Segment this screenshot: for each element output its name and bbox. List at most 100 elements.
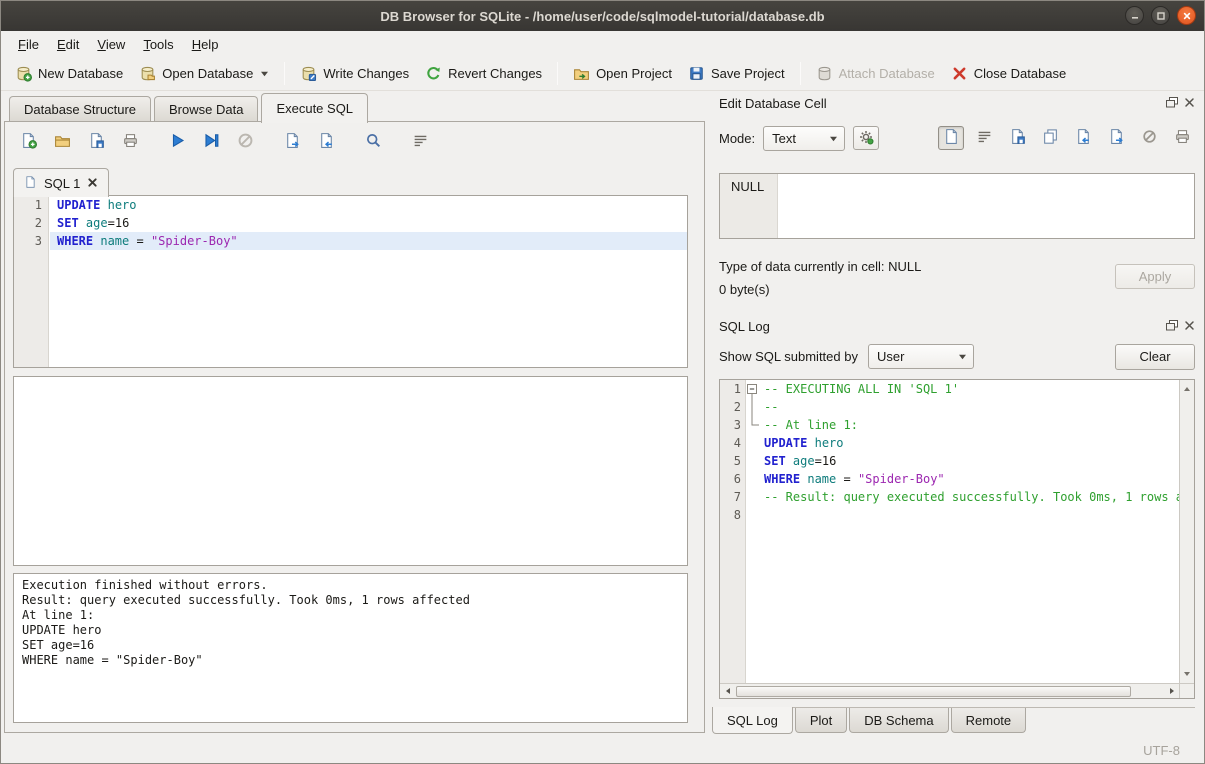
write-changes-button[interactable]: Write Changes	[292, 61, 417, 86]
cell-editor[interactable]: NULL	[719, 173, 1195, 239]
float-panel-icon[interactable]	[1166, 319, 1178, 334]
maximize-button[interactable]	[1151, 6, 1170, 25]
line-number: 2	[14, 214, 49, 232]
log-filter-label: Show SQL submitted by	[719, 349, 858, 364]
scrollbar-thumb[interactable]	[736, 686, 1131, 697]
cell-info-row: Type of data currently in cell: NULL 0 b…	[719, 259, 1195, 297]
close-panel-icon[interactable]	[1184, 96, 1195, 111]
tab-database-structure[interactable]: Database Structure	[9, 96, 151, 121]
tab-execute-sql[interactable]: Execute SQL	[261, 93, 368, 123]
export-results-button[interactable]	[313, 129, 340, 155]
log-line: 1-- EXECUTING ALL IN 'SQL 1'	[720, 380, 1179, 398]
save-project-label: Save Project	[711, 66, 785, 81]
apply-format-button[interactable]	[853, 126, 879, 150]
copy-cell-button[interactable]	[1037, 126, 1063, 150]
menu-file[interactable]: File	[9, 34, 48, 55]
code-text: SET age=16	[49, 214, 687, 232]
revert-changes-button[interactable]: Revert Changes	[417, 61, 550, 86]
tab-browse-data[interactable]: Browse Data	[154, 96, 258, 121]
minimize-button[interactable]	[1125, 6, 1144, 25]
code-token: age	[793, 454, 815, 468]
sql-editor[interactable]: 1UPDATE hero2SET age=163WHERE name = "Sp…	[13, 195, 688, 368]
tab-sql-1[interactable]: SQL 1	[13, 168, 109, 197]
open-sql-new-tab-button[interactable]	[15, 129, 42, 155]
tab-db-schema[interactable]: DB Schema	[849, 708, 948, 733]
window-title: DB Browser for SQLite - /home/user/code/…	[1, 9, 1204, 24]
save-sql-file-button[interactable]	[83, 129, 110, 155]
dropdown-arrow-icon[interactable]	[260, 69, 269, 78]
sql-log-view[interactable]: 1-- EXECUTING ALL IN 'SQL 1'2--3-- At li…	[719, 379, 1195, 699]
save-as-button[interactable]	[1004, 126, 1030, 150]
set-null-icon	[1141, 128, 1158, 148]
code-token: "Spider-Boy"	[858, 472, 945, 486]
execute-all-button[interactable]	[164, 129, 191, 155]
sql-log-text: 1-- EXECUTING ALL IN 'SQL 1'2--3-- At li…	[720, 380, 1179, 683]
close-button[interactable]	[1177, 6, 1196, 25]
close-database-button[interactable]: Close Database	[943, 61, 1075, 86]
menu-edit[interactable]: Edit	[48, 34, 88, 55]
execute-current-line-button[interactable]	[198, 129, 225, 155]
code-token: =	[108, 216, 115, 230]
log-line: 2--	[720, 398, 1179, 416]
chevron-down-icon	[950, 352, 967, 361]
line-number: 8	[720, 506, 746, 524]
revert-changes-label: Revert Changes	[448, 66, 542, 81]
code-text: WHERE name = "Spider-Boy"	[49, 232, 687, 250]
tab-sql-log[interactable]: SQL Log	[712, 707, 793, 734]
menu-tools[interactable]: Tools	[134, 34, 182, 55]
tab-remote[interactable]: Remote	[951, 708, 1027, 733]
open-database-button[interactable]: Open Database	[131, 61, 277, 86]
log-filter-value: User	[877, 349, 904, 364]
clear-log-button[interactable]: Clear	[1115, 344, 1195, 370]
mode-select[interactable]: Text	[763, 126, 845, 151]
chevron-down-icon	[821, 134, 838, 143]
scroll-up-icon[interactable]	[1180, 382, 1195, 396]
editor-lines: 1UPDATE hero2SET age=163WHERE name = "Sp…	[14, 196, 687, 250]
line-number: 6	[720, 470, 746, 488]
save-results-button[interactable]	[279, 129, 306, 155]
new-database-button[interactable]: New Database	[7, 61, 131, 86]
close-tab-icon[interactable]	[87, 176, 98, 191]
close-panel-icon[interactable]	[1184, 319, 1195, 334]
code-token: UPDATE	[764, 436, 807, 450]
results-grid[interactable]	[13, 376, 688, 566]
set-null-button[interactable]	[1136, 126, 1162, 150]
attach-database-label: Attach Database	[839, 66, 935, 81]
code-text: UPDATE hero	[759, 434, 1179, 452]
tab-plot[interactable]: Plot	[795, 708, 847, 733]
menu-view[interactable]: View	[88, 34, 134, 55]
code-token	[100, 198, 107, 212]
log-line: 7-- Result: query executed successfully.…	[720, 488, 1179, 506]
open-sql-file-button[interactable]	[49, 129, 76, 155]
save-sql-file-icon	[88, 132, 105, 152]
scroll-left-icon[interactable]	[720, 684, 735, 698]
scroll-down-icon[interactable]	[1180, 667, 1195, 681]
menubar: FileEditViewToolsHelp	[1, 31, 1204, 57]
save-project-icon	[688, 65, 705, 82]
revert-changes-icon	[425, 65, 442, 82]
horizontal-scrollbar[interactable]	[720, 683, 1179, 698]
save-results-icon	[284, 132, 301, 152]
word-wrap-button[interactable]	[407, 129, 434, 155]
import-cell-button[interactable]	[1070, 126, 1096, 150]
open-project-button[interactable]: Open Project	[565, 61, 680, 86]
copy-cell-icon	[1042, 128, 1059, 148]
scroll-right-icon[interactable]	[1164, 684, 1179, 698]
vertical-scrollbar[interactable]	[1179, 380, 1194, 683]
text-mode-button[interactable]	[938, 126, 964, 150]
save-project-button[interactable]: Save Project	[680, 61, 793, 86]
word-wrap-cell-button[interactable]	[971, 126, 997, 150]
titlebar[interactable]: DB Browser for SQLite - /home/user/code/…	[1, 1, 1204, 31]
float-panel-icon[interactable]	[1166, 96, 1178, 111]
execution-messages[interactable]: Execution finished without errors.Result…	[13, 573, 688, 723]
menu-help[interactable]: Help	[183, 34, 228, 55]
log-filter-select[interactable]: User	[868, 344, 974, 369]
find-replace-button[interactable]	[360, 129, 387, 155]
code-text: -- At line 1:	[759, 416, 1179, 434]
print-sql-button[interactable]	[117, 129, 144, 155]
open-project-label: Open Project	[596, 66, 672, 81]
code-token: SET	[764, 454, 786, 468]
print-cell-button[interactable]	[1169, 126, 1195, 150]
export-cell-button[interactable]	[1103, 126, 1129, 150]
fold-start-icon[interactable]	[746, 380, 759, 398]
